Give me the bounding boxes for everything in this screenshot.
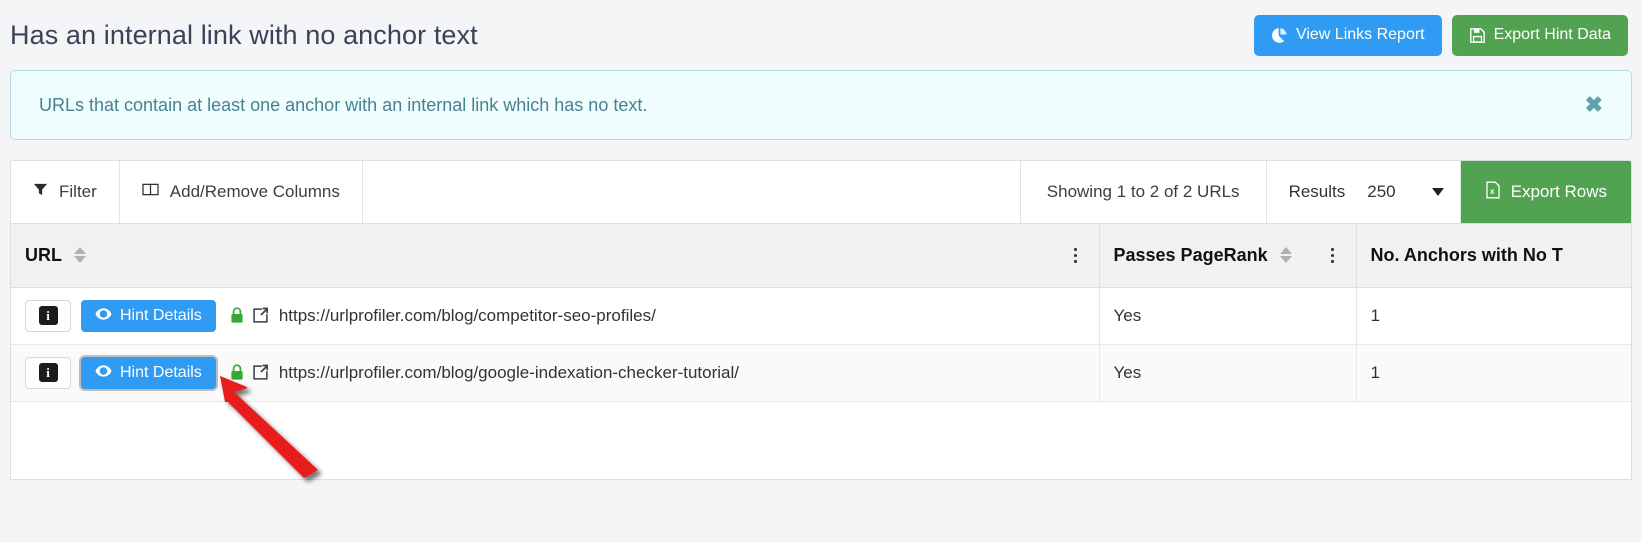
- results-label: Results: [1288, 182, 1346, 201]
- cell-url: i Hint Details https://urlprofiler.com/b…: [11, 344, 1100, 402]
- column-menu-icon[interactable]: [1068, 246, 1083, 265]
- hint-details-button[interactable]: Hint Details: [81, 356, 216, 389]
- table-panel-wrapper: Filter Add/Remove Columns Showing 1 to 2…: [0, 140, 1642, 480]
- eye-icon: [95, 307, 112, 324]
- results-select[interactable]: 250: [1367, 182, 1444, 202]
- cell-passes-pagerank: Yes: [1099, 344, 1357, 402]
- funnel-icon: [33, 182, 48, 202]
- close-icon[interactable]: ✖: [1579, 92, 1609, 118]
- excel-file-icon: x: [1485, 181, 1501, 204]
- column-header-anchors-no-text-label: No. Anchors with No T: [1370, 244, 1563, 265]
- hint-details-label: Hint Details: [120, 306, 202, 324]
- header-actions: View Links Report Export Hint Data: [1253, 14, 1628, 56]
- column-header-anchors-no-text[interactable]: No. Anchors with No T: [1356, 224, 1631, 288]
- lock-icon: [230, 364, 244, 381]
- table-row: i Hint Details https://urlprofiler.com/b…: [11, 287, 1631, 345]
- page-header: Has an internal link with no anchor text…: [0, 0, 1642, 70]
- table-body: i Hint Details https://urlprofiler.com/b…: [11, 287, 1631, 402]
- info-icon: i: [38, 306, 58, 325]
- export-rows-button[interactable]: x Export Rows: [1460, 161, 1631, 223]
- save-floppy-icon: [1469, 27, 1486, 44]
- external-link-icon[interactable]: [252, 364, 269, 381]
- pie-chart-icon: [1271, 27, 1288, 44]
- page-title: Has an internal link with no anchor text: [10, 19, 478, 50]
- view-links-report-button[interactable]: View Links Report: [1253, 14, 1442, 56]
- hint-details-button[interactable]: Hint Details: [81, 299, 216, 332]
- add-remove-columns-label: Add/Remove Columns: [169, 182, 340, 201]
- column-header-passes-pagerank-label: Passes PageRank: [1113, 244, 1268, 265]
- table-row: i Hint Details https://urlprofiler.com/b…: [11, 344, 1631, 402]
- results-table: URL Passes PageRank No. Anchors with No …: [11, 224, 1631, 402]
- svg-text:x: x: [1490, 187, 1495, 196]
- chevron-down-icon: [1431, 188, 1444, 196]
- info-banner: URLs that contain at least one anchor wi…: [10, 70, 1632, 140]
- external-link-icon[interactable]: [252, 307, 269, 324]
- eye-icon: [95, 364, 112, 381]
- export-rows-label: Export Rows: [1510, 182, 1607, 201]
- info-button[interactable]: i: [25, 356, 71, 389]
- toolbar-spacer: [363, 161, 1021, 223]
- showing-count-label: Showing 1 to 2 of 2 URLs: [1021, 161, 1267, 223]
- sort-icon[interactable]: [1279, 247, 1292, 264]
- info-button[interactable]: i: [25, 299, 71, 332]
- cell-url: i Hint Details https://urlprofiler.com/b…: [11, 287, 1100, 345]
- export-hint-data-label: Export Hint Data: [1493, 26, 1611, 43]
- table-toolbar: Filter Add/Remove Columns Showing 1 to 2…: [11, 161, 1631, 224]
- table-header-row: URL Passes PageRank No. Anchors with No …: [11, 224, 1631, 288]
- url-text[interactable]: https://urlprofiler.com/blog/competitor-…: [279, 306, 656, 326]
- info-icon: i: [38, 363, 58, 382]
- hint-details-label: Hint Details: [120, 363, 202, 381]
- url-text[interactable]: https://urlprofiler.com/blog/google-inde…: [279, 363, 739, 383]
- add-remove-columns-button[interactable]: Add/Remove Columns: [120, 161, 363, 223]
- columns-icon: [142, 182, 159, 202]
- export-hint-data-button[interactable]: Export Hint Data: [1451, 14, 1628, 56]
- view-links-report-label: View Links Report: [1295, 26, 1425, 43]
- cell-anchors-no-text: 1: [1356, 344, 1631, 402]
- table-panel: Filter Add/Remove Columns Showing 1 to 2…: [10, 160, 1632, 480]
- cell-anchors-no-text: 1: [1356, 287, 1631, 345]
- table-head: URL Passes PageRank No. Anchors with No …: [11, 224, 1631, 288]
- results-per-page-group: Results 250: [1267, 161, 1461, 223]
- column-header-url-label: URL: [25, 244, 62, 265]
- results-value: 250: [1367, 182, 1396, 201]
- sort-icon[interactable]: [74, 247, 86, 264]
- column-menu-icon[interactable]: [1325, 246, 1340, 265]
- filter-button[interactable]: Filter: [11, 161, 120, 223]
- lock-icon: [230, 307, 244, 324]
- cell-passes-pagerank: Yes: [1099, 287, 1357, 345]
- column-header-url[interactable]: URL: [11, 224, 1100, 288]
- column-header-passes-pagerank[interactable]: Passes PageRank: [1099, 224, 1357, 288]
- info-banner-text: URLs that contain at least one anchor wi…: [39, 94, 648, 115]
- filter-label: Filter: [59, 182, 97, 201]
- info-banner-wrapper: URLs that contain at least one anchor wi…: [0, 70, 1642, 140]
